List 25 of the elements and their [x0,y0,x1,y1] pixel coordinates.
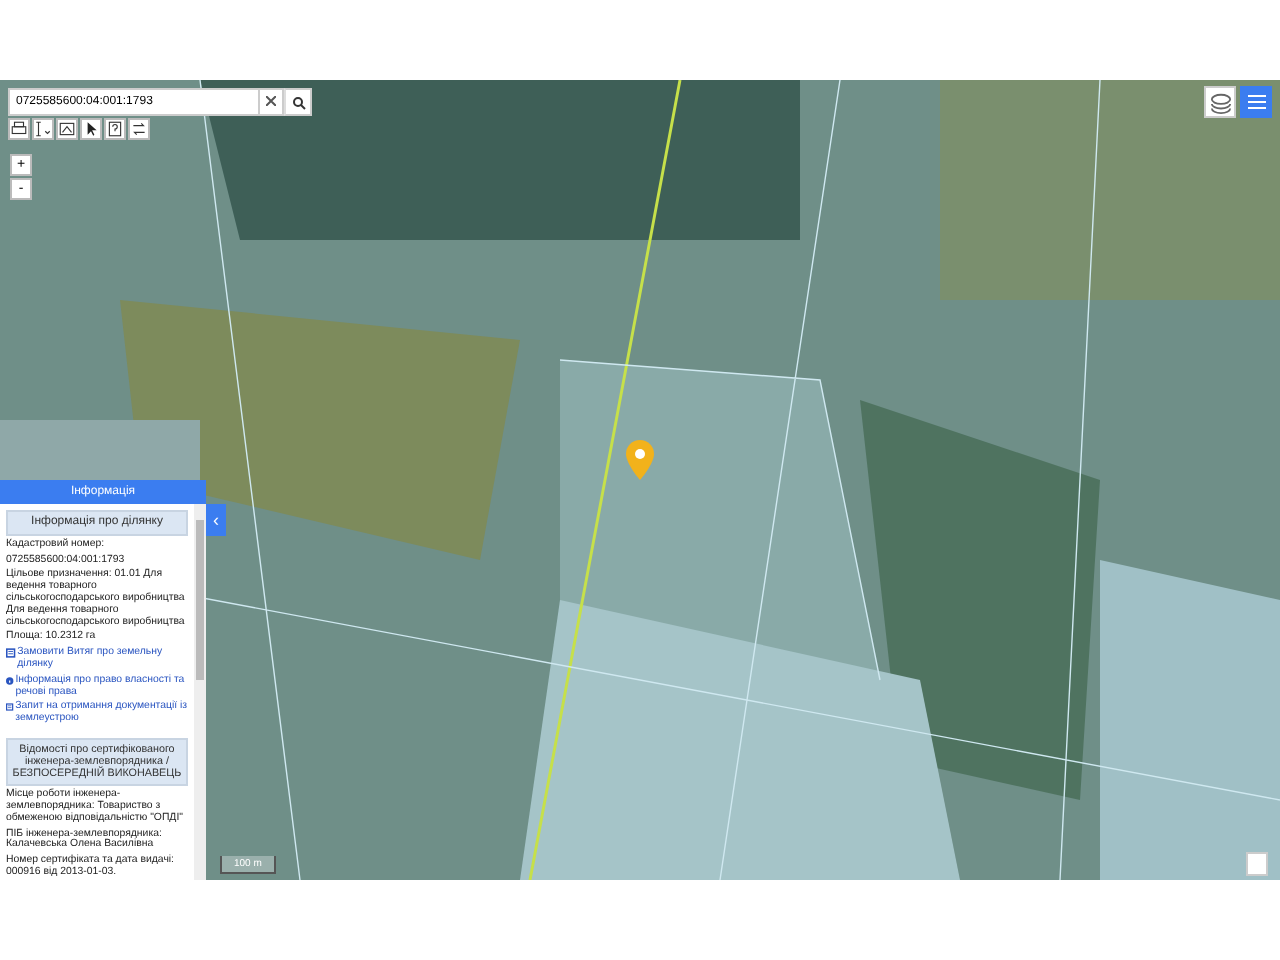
clear-button[interactable] [260,88,284,116]
pointer-icon [82,120,100,138]
menu-button[interactable] [1240,86,1272,118]
measure-icon [34,120,52,138]
select-area-tool-button[interactable] [56,118,78,140]
layers-button[interactable] [1204,86,1236,118]
close-icon [266,95,276,105]
layers-icon [1209,91,1231,113]
print-icon [10,120,28,138]
search-icon [291,95,305,109]
search-button[interactable] [284,88,312,116]
collapse-button[interactable]: ‹ [206,504,226,536]
pointer-tool-button[interactable] [80,118,102,140]
document-icon [6,648,16,659]
help-tool-button[interactable] [104,118,126,140]
measure-tool-button[interactable] [32,118,54,140]
select-area-icon [58,120,76,138]
scrollbar[interactable] [194,504,206,880]
info-icon [6,675,14,686]
print-tool-button[interactable] [8,118,30,140]
document-icon [6,702,14,713]
help-icon [106,120,124,138]
menu-icon [1247,94,1265,110]
swap-tool-button[interactable] [128,118,150,140]
swap-icon [130,120,148,138]
